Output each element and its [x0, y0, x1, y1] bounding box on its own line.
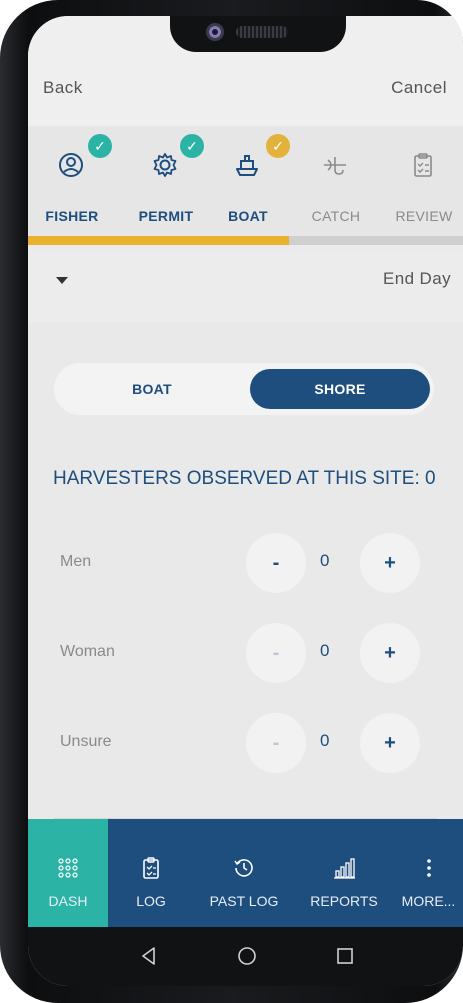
nav-log[interactable]: LOG — [108, 819, 194, 927]
app-screen: Back Cancel ✓ FISHER ✓ PERMIT ✓ BOAT CAT… — [28, 16, 463, 986]
decrement-button[interactable]: - — [246, 713, 306, 773]
user-circle-icon — [59, 153, 83, 177]
counter-unsure: Unsure - 0 + — [28, 711, 463, 775]
step-review[interactable]: REVIEW — [380, 126, 463, 236]
recents-square-icon[interactable] — [334, 945, 356, 967]
step-label: REVIEW — [395, 208, 453, 224]
counter-value: 0 — [320, 641, 330, 660]
progress-fill — [28, 236, 289, 245]
grid-dots-icon — [58, 858, 78, 878]
step-catch[interactable]: CATCH — [292, 126, 380, 236]
increment-button[interactable]: + — [360, 533, 420, 593]
home-circle-icon[interactable] — [236, 945, 258, 967]
clipboard-check-icon — [143, 857, 159, 879]
end-day-button[interactable]: End Day — [383, 269, 451, 289]
cancel-button[interactable]: Cancel — [391, 78, 447, 98]
back-triangle-icon[interactable] — [138, 945, 160, 967]
wizard-progress-bar — [28, 236, 463, 245]
shore-option[interactable]: SHORE — [250, 369, 430, 409]
counter-value: 0 — [320, 551, 330, 570]
system-nav-bar — [28, 927, 463, 986]
boat-shore-toggle: BOAT SHORE — [54, 363, 434, 415]
step-label: CATCH — [311, 208, 361, 224]
step-label: FISHER — [45, 208, 99, 224]
nav-dash[interactable]: DASH — [28, 819, 108, 927]
history-icon — [234, 859, 253, 877]
counter-label: Woman — [60, 643, 115, 660]
day-row: End Day — [28, 251, 463, 323]
wizard-steps: ✓ FISHER ✓ PERMIT ✓ BOAT CATCH REVIEW — [28, 126, 463, 236]
phone-notch — [170, 16, 346, 52]
gear-icon — [153, 153, 177, 177]
step-current-check-icon: ✓ — [266, 134, 290, 158]
nav-label: LOG — [136, 893, 166, 909]
step-boat[interactable]: ✓ BOAT — [204, 126, 292, 236]
dropdown-caret-icon[interactable] — [56, 277, 68, 284]
step-fisher[interactable]: ✓ FISHER — [28, 126, 116, 236]
bar-chart-icon — [334, 858, 355, 879]
counter-value: 0 — [320, 731, 330, 750]
fish-hook-icon — [324, 157, 346, 175]
increment-button[interactable]: + — [360, 623, 420, 683]
bottom-nav: DASH LOG PAST LOG REPORTS MORE... — [28, 819, 463, 927]
harvesters-heading: HARVESTERS OBSERVED AT THIS SITE: 0 — [53, 468, 436, 489]
counter-men: Men - 0 + — [28, 531, 463, 595]
decrement-button[interactable]: - — [246, 533, 306, 593]
step-complete-check-icon: ✓ — [180, 134, 204, 158]
counter-woman: Woman - 0 + — [28, 621, 463, 685]
boat-option[interactable]: BOAT — [62, 369, 242, 409]
nav-past-log[interactable]: PAST LOG — [194, 819, 294, 927]
step-label: PERMIT — [138, 208, 194, 224]
main-content: BOAT SHORE HARVESTERS OBSERVED AT THIS S… — [28, 323, 463, 828]
nav-more[interactable]: MORE... — [394, 819, 463, 927]
nav-label: DASH — [48, 893, 88, 909]
step-permit[interactable]: ✓ PERMIT — [122, 126, 210, 236]
phone-frame: Back Cancel ✓ FISHER ✓ PERMIT ✓ BOAT CAT… — [0, 0, 463, 1003]
nav-reports[interactable]: REPORTS — [294, 819, 394, 927]
counter-label: Men — [60, 553, 92, 570]
nav-label: PAST LOG — [209, 893, 279, 909]
step-label: BOAT — [228, 208, 268, 224]
nav-label: MORE... — [401, 893, 456, 909]
more-vertical-icon — [426, 859, 431, 877]
clipboard-icon — [414, 153, 432, 177]
decrement-button[interactable]: - — [246, 623, 306, 683]
speaker-grille — [236, 26, 288, 38]
boat-icon — [236, 155, 258, 176]
counter-label: Unsure — [60, 733, 112, 750]
back-button[interactable]: Back — [43, 78, 83, 98]
nav-label: REPORTS — [310, 893, 378, 909]
camera-icon — [206, 23, 224, 41]
step-complete-check-icon: ✓ — [88, 134, 112, 158]
increment-button[interactable]: + — [360, 713, 420, 773]
